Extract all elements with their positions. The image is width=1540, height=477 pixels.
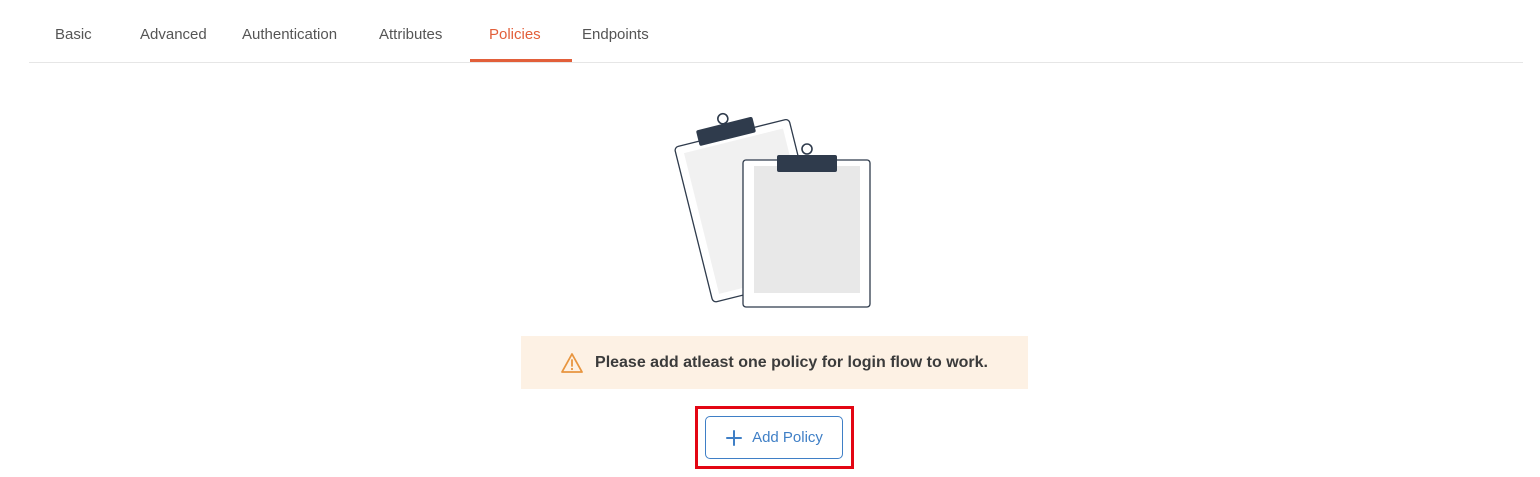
tab-endpoints[interactable]: Endpoints [582,26,649,44]
tab-basic[interactable]: Basic [55,26,92,44]
plus-icon [725,429,743,447]
active-tab-indicator [470,59,572,62]
tab-advanced[interactable]: Advanced [140,26,207,44]
clipboard-icon [670,110,880,315]
tab-policies[interactable]: Policies [489,26,541,44]
warning-triangle-icon [561,352,583,374]
warning-message: Please add atleast one policy for login … [595,353,988,371]
add-policy-button[interactable]: Add Policy [705,416,843,459]
tab-bar: Basic Advanced Authentication Attributes… [29,0,1523,63]
warning-banner: Please add atleast one policy for login … [521,336,1028,389]
add-policy-label: Add Policy [752,429,823,446]
tab-authentication[interactable]: Authentication [242,26,337,44]
tab-attributes[interactable]: Attributes [379,26,442,44]
